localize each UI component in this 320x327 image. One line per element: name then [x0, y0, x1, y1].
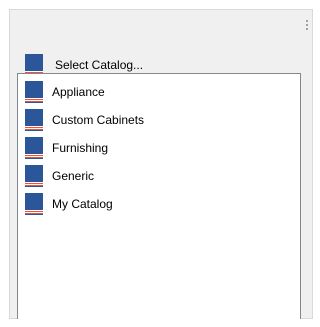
catalog-item-label: Custom Cabinets [52, 113, 145, 127]
panel-grip-handle[interactable] [306, 20, 308, 30]
catalog-item-my-catalog[interactable]: My Catalog [18, 191, 300, 217]
catalog-item-custom-cabinets[interactable]: Custom Cabinets [18, 107, 300, 133]
catalog-item-label: Appliance [52, 85, 105, 99]
catalog-book-icon [25, 109, 43, 131]
catalog-list[interactable]: Appliance Custom Cabinets Furnishing Gen… [17, 73, 301, 319]
select-catalog-label: Select Catalog... [55, 58, 144, 72]
catalog-book-icon [25, 193, 43, 215]
catalog-item-appliance[interactable]: Appliance [18, 79, 300, 105]
catalog-book-icon [25, 165, 43, 187]
catalog-item-generic[interactable]: Generic [18, 163, 300, 189]
catalog-book-icon [25, 81, 43, 103]
catalog-item-label: My Catalog [52, 197, 113, 211]
catalog-book-icon [25, 137, 43, 159]
catalog-item-label: Generic [52, 169, 95, 183]
catalog-item-label: Furnishing [52, 141, 109, 155]
catalog-item-furnishing[interactable]: Furnishing [18, 135, 300, 161]
